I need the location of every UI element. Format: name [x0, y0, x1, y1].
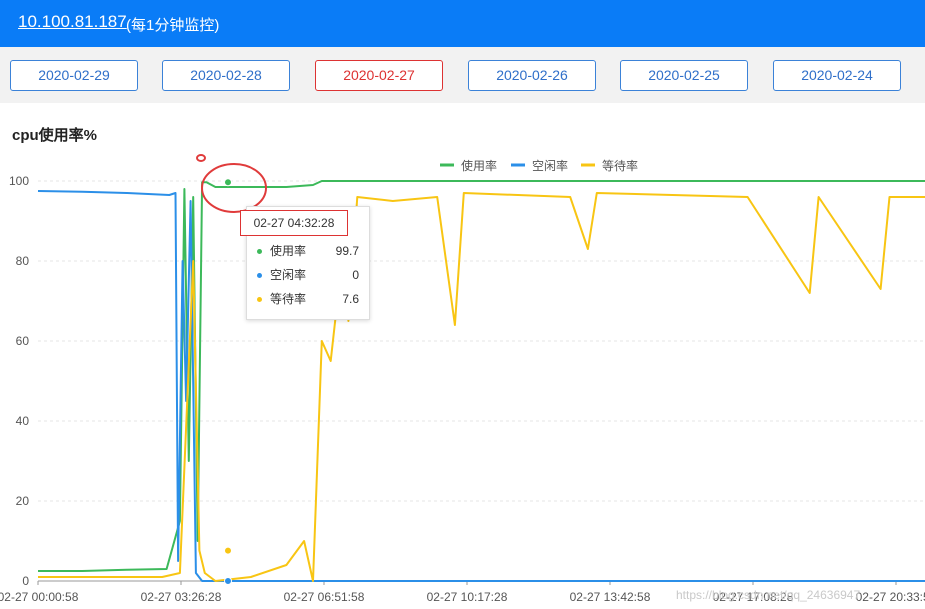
wait-dot-icon	[257, 297, 262, 302]
usage-dot-icon	[257, 249, 262, 254]
tooltip-row-usage: 使用率 99.7	[257, 242, 359, 260]
tooltip-name: 使用率	[270, 244, 307, 258]
tooltip-row-idle: 空闲率 0	[257, 266, 359, 284]
legend-label: 空闲率	[532, 158, 568, 173]
legend-label: 使用率	[461, 158, 497, 173]
x-tick-label: 02-27 20:33:58	[856, 590, 925, 604]
x-tick-label: 02-27 10:17:28	[427, 590, 508, 604]
wait-hover-point	[224, 546, 232, 555]
x-tick-label: 02-27 03:26:28	[141, 590, 222, 604]
y-tick-label: 80	[16, 254, 30, 268]
legend-label: 等待率	[602, 158, 638, 173]
y-tick-label: 100	[9, 174, 29, 188]
idle-hover-point	[224, 577, 232, 585]
red-annotation-mark	[196, 154, 206, 162]
tooltip-name: 等待率	[270, 292, 307, 306]
tooltip-value: 99.7	[335, 244, 359, 258]
y-tick-label: 0	[22, 574, 29, 588]
idle-dot-icon	[257, 273, 262, 278]
tooltip-value: 0	[352, 268, 359, 282]
y-tick-label: 60	[16, 334, 30, 348]
series-line-1	[37, 190, 925, 582]
x-tick-label: 02-27 06:51:58	[284, 590, 365, 604]
tooltip-row-wait: 等待率 7.6	[257, 290, 359, 308]
tooltip-time: 02-27 04:32:28	[240, 210, 348, 236]
tooltip-value: 7.6	[342, 292, 359, 306]
watermark: https://blog.csdn.net/qq_24636947	[676, 588, 861, 602]
series-line-0	[38, 180, 925, 572]
y-tick-label: 20	[16, 494, 30, 508]
tooltip-name: 空闲率	[270, 268, 307, 282]
x-tick-label: 02-27 00:00:58	[0, 590, 79, 604]
series-line-2	[38, 192, 925, 582]
y-tick-label: 40	[16, 414, 30, 428]
x-tick-label: 02-27 13:42:58	[570, 590, 651, 604]
chart-tooltip: 02-27 04:32:28 使用率 99.7 空闲率 0 等待率 7.6	[240, 206, 370, 320]
cpu-line-chart[interactable]: 0 20 40 60 80 100 02-27 00:00:58 02-27 03:26:28…	[0, 0, 925, 609]
usage-hover-point	[224, 178, 232, 187]
